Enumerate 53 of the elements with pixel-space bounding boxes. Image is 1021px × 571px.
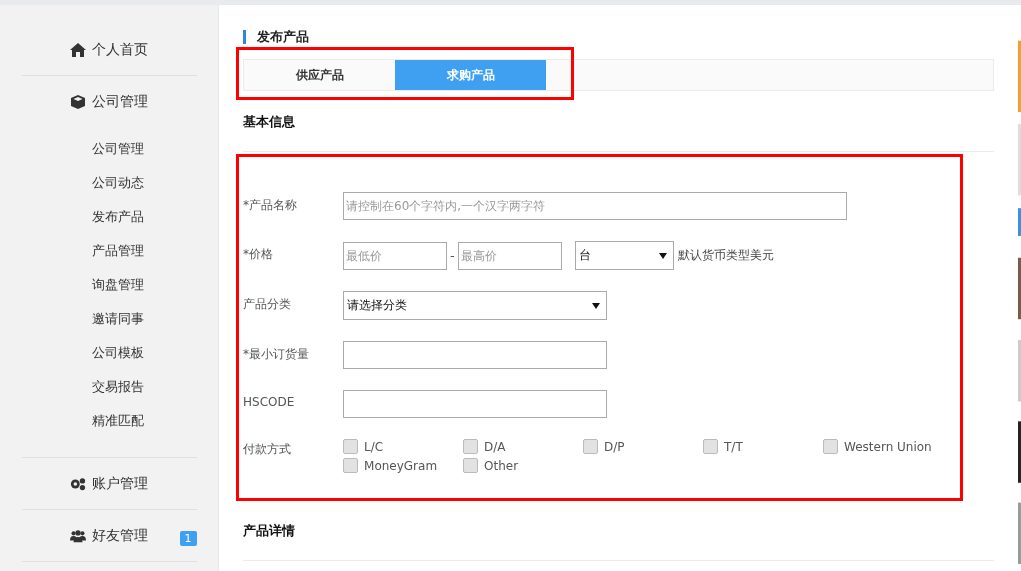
sidebar-item[interactable]: 账户管理	[21, 467, 197, 501]
payment-option[interactable]: Other	[463, 458, 584, 473]
input-field[interactable]: 最低价	[343, 241, 448, 270]
field-label: 产品分类	[243, 296, 293, 313]
payment-option[interactable]: T/T	[703, 439, 824, 454]
sidebar-subitem[interactable]: 精准匹配	[21, 404, 197, 439]
sidebar-subitem[interactable]: 交易报告	[21, 370, 197, 405]
sidebar-item[interactable]: 好友管理 1	[21, 519, 197, 553]
sidebar-subitem[interactable]: 公司管理	[21, 132, 197, 167]
checkbox[interactable]	[343, 439, 359, 454]
sidebar-subitem[interactable]: 邀请同事	[21, 302, 197, 337]
payment-option[interactable]: MoneyGram	[343, 458, 464, 473]
payment-option[interactable]: Western Union	[823, 439, 944, 454]
payment-option[interactable]: D/A	[463, 439, 584, 454]
field-label: *最小订货量	[243, 346, 311, 363]
input-field[interactable]	[343, 341, 608, 369]
dropdown[interactable]: 台	[574, 241, 674, 270]
dropdown[interactable]: 请选择分类	[343, 291, 608, 320]
payment-option[interactable]: L/C	[343, 439, 464, 454]
separator-text: -	[450, 248, 455, 263]
checkbox[interactable]	[463, 458, 479, 473]
checkbox[interactable]	[703, 439, 719, 454]
sidebar-subitem[interactable]: 询盘管理	[21, 268, 197, 303]
field-label: *产品名称	[243, 197, 299, 214]
section-heading: 基本信息	[243, 113, 297, 131]
input-field[interactable]	[343, 390, 608, 418]
sidebar-item[interactable]: 公司管理	[21, 85, 197, 119]
count-badge: 1	[179, 531, 197, 546]
tab[interactable]: 供应产品	[244, 60, 396, 90]
checkbox[interactable]	[583, 439, 599, 454]
sidebar-subitem[interactable]: 发布产品	[21, 200, 197, 235]
input-field[interactable]: 请控制在60个字符内,一个汉字两字符	[343, 192, 848, 220]
field-label: HSCODE	[243, 394, 296, 411]
sidebar-subitem[interactable]: 公司动态	[21, 166, 197, 201]
home-icon	[70, 42, 86, 57]
input-field[interactable]: 最高价	[457, 241, 562, 270]
caret-icon	[592, 302, 601, 309]
field-label: 付款方式	[243, 441, 293, 458]
cube-icon	[70, 94, 86, 109]
field-label: *价格	[243, 246, 275, 263]
checkbox[interactable]	[463, 439, 479, 454]
sidebar-item[interactable]: 个人首页	[21, 33, 197, 67]
sidebar-subitem[interactable]: 公司模板	[21, 336, 197, 371]
page-title: 发布产品	[243, 30, 995, 44]
payment-option[interactable]: D/P	[583, 439, 704, 454]
checkbox[interactable]	[823, 439, 839, 454]
gears-icon	[70, 476, 86, 491]
section-heading: 产品详情	[243, 522, 297, 540]
sidebar-subitem[interactable]: 产品管理	[21, 234, 197, 269]
checkbox[interactable]	[343, 458, 359, 473]
caret-icon	[658, 252, 667, 259]
users-icon	[70, 528, 86, 543]
currency-note: 默认货币类型美元	[677, 247, 774, 264]
